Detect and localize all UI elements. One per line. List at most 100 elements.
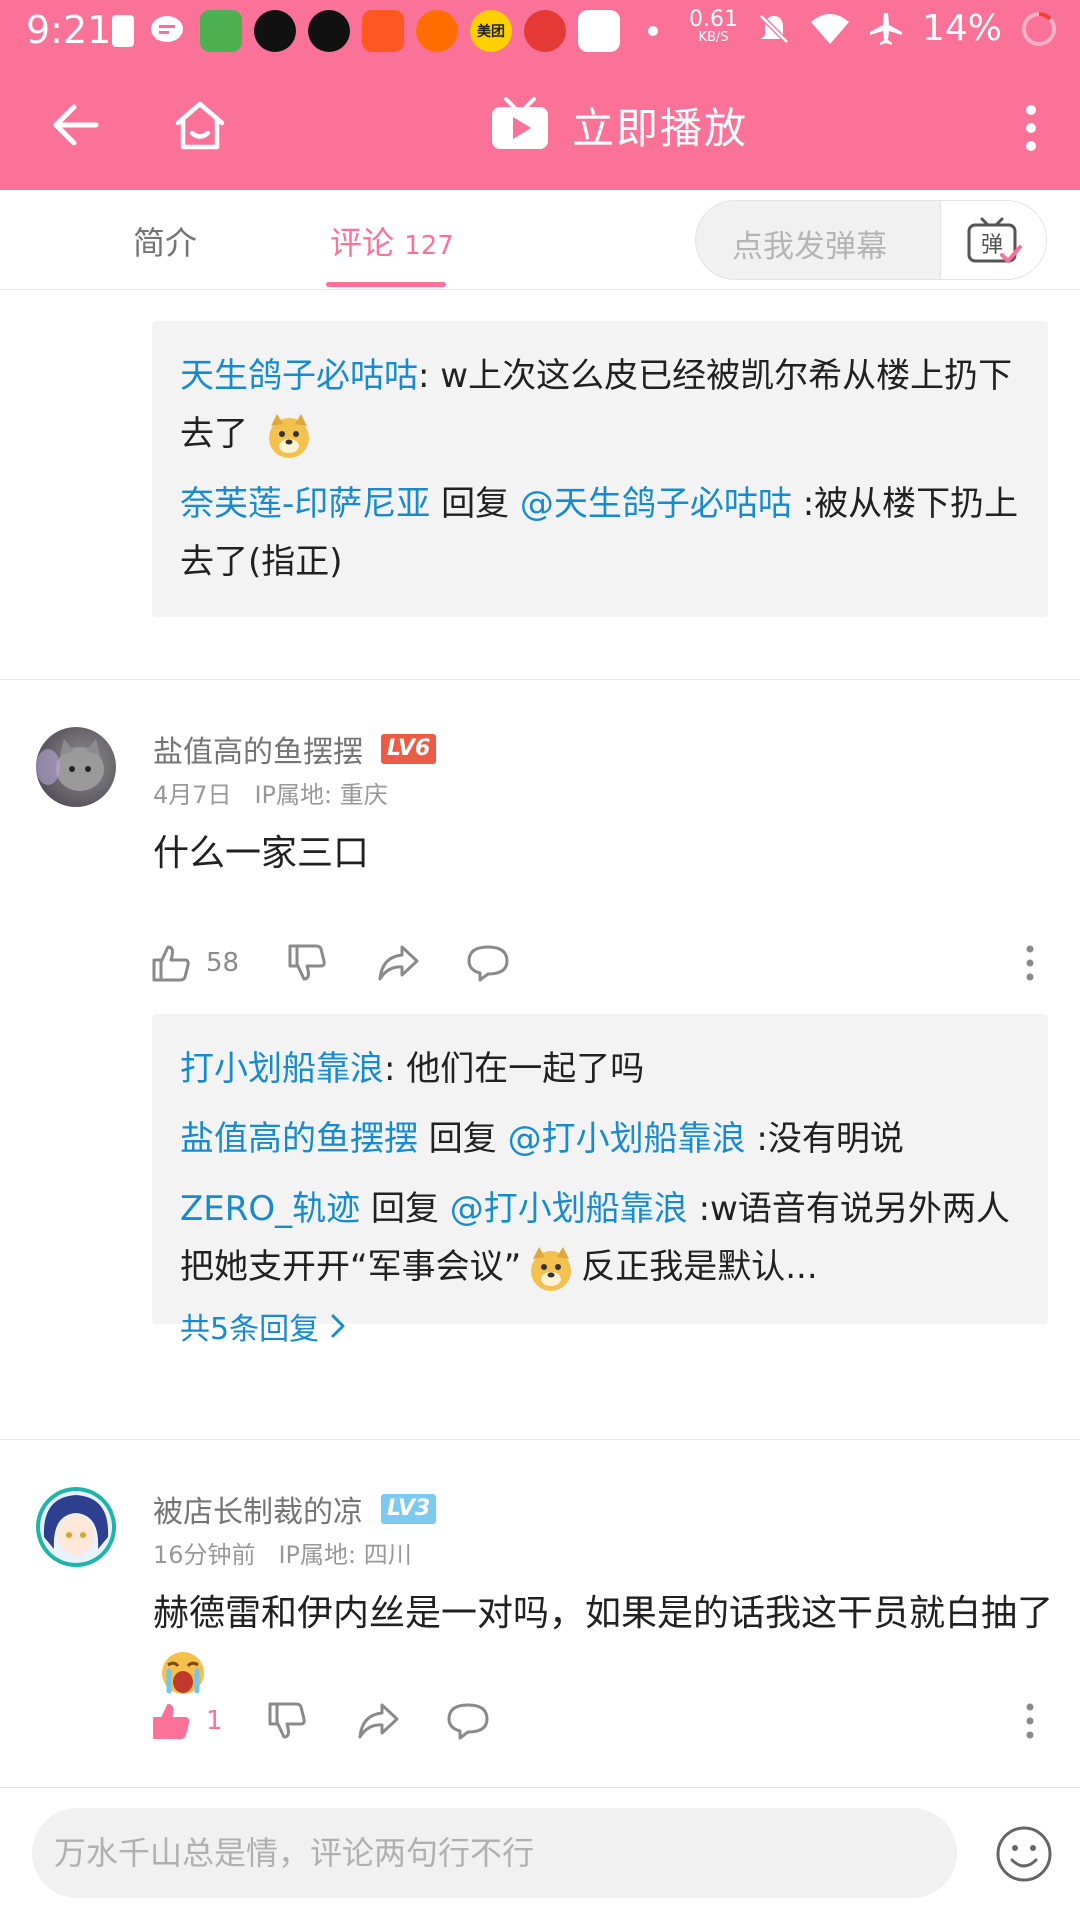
reply-word: 回复 [430,484,520,524]
dot-icon [648,26,658,36]
comment-ip: IP属地: 重庆 [254,781,388,809]
share-button[interactable] [356,1691,400,1751]
more-vertical-icon [1026,945,1034,981]
avatar[interactable] [36,1487,116,1567]
reply-word: 回复 [418,1119,508,1159]
comment-actions: 1 [150,1691,1050,1751]
top-bar: 9:21 美团 0.61 KB/S 14% 立即播放 [0,0,1080,190]
wifi-icon [810,13,849,44]
comment-bubble-icon [447,1703,489,1740]
app-icon-kuaishou [416,10,458,52]
reply-text-continued: 反正我是默认... [581,1247,818,1287]
comment-list[interactable]: 天生鸽子必咕咕: w上次这么皮已经被凯尔希从楼上扔下去了 奈芙莲-印萨尼亚 回复… [0,291,1080,1787]
tab-intro[interactable]: 简介 [133,218,197,264]
tab-comments-count: 127 [404,231,454,261]
comment-item: 被店长制裁的凉 LV3 16分钟前 IP属地: 四川 赫德雷和伊内丝是一对吗，如… [0,1439,1080,1787]
reply-box: 天生鸽子必咕咕: w上次这么皮已经被凯尔希从楼上扔下去了 奈芙莲-印萨尼亚 回复… [152,321,1048,617]
app-icon-bird [578,10,620,52]
like-button[interactable]: 58 [150,933,239,993]
comment-username[interactable]: 被店长制裁的凉 LV3 [153,1487,437,1531]
comment-input[interactable] [32,1808,957,1898]
thumbs-up-filled-icon [153,1704,190,1739]
like-button[interactable]: 1 [150,1691,223,1751]
mute-bell-icon [759,13,789,44]
reply-item[interactable]: 盐值高的鱼摆摆 回复 @打小划船靠浪 :没有明说 [180,1110,1020,1168]
home-icon [175,101,225,150]
thumbs-down-icon [268,1702,306,1739]
comment-meta: 16分钟前 IP属地: 四川 [153,1535,412,1570]
crying-emoji-icon [162,1652,204,1694]
danmaku-toggle-button[interactable]: 弹 [940,201,1046,279]
reply-button[interactable] [446,1691,490,1751]
danmaku-icon-char: 弹 [980,233,1002,258]
like-count: 1 [206,1706,223,1736]
app-icon-green [200,10,242,52]
battery-ring-icon [1022,11,1056,46]
dislike-button[interactable] [286,933,328,993]
reply-user[interactable]: 盐值高的鱼摆摆 [180,1119,418,1159]
share-button[interactable] [376,933,420,993]
more-vertical-icon [1026,105,1036,151]
reply-user[interactable]: 打小划船靠浪 [180,1049,384,1089]
status-bar: 9:21 美团 0.61 KB/S 14% [0,0,1080,62]
reply-target[interactable]: @打小划船靠浪 [450,1189,688,1229]
alert-icon [112,15,134,47]
header: 立即播放 [0,72,1080,190]
reply-user[interactable]: 奈芙莲-印萨尼亚 [180,484,430,524]
net-speed: 0.61 KB/S [689,6,738,47]
play-now-button[interactable]: 立即播放 [490,90,748,160]
danmaku-input[interactable]: 点我发弹幕 弹 [695,200,1047,280]
chevron-right-icon [331,1314,345,1338]
avatar[interactable] [36,727,116,807]
reply-user[interactable]: 天生鸽子必咕咕 [180,356,418,396]
reply-item[interactable]: 天生鸽子必咕咕: w上次这么皮已经被凯尔希从楼上扔下去了 [180,347,1020,463]
view-all-replies-link[interactable]: 共5条回复 [180,1304,1020,1348]
comment-item: 盐值高的鱼摆摆 LV6 4月7日 IP属地: 重庆 什么一家三口 58 打小划船… [0,679,1080,1465]
tv-play-icon [492,97,548,149]
tab-comments-label: 评论 [330,224,395,262]
reply-item[interactable]: ZERO_轨迹 回复 @打小划船靠浪 :w语音有说另外两人把她支开开“军事会议”… [180,1180,1020,1296]
share-icon [358,1703,399,1739]
tab-active-indicator [326,282,446,287]
airplane-icon [869,12,902,45]
level-badge: LV3 [381,1494,437,1524]
comment-username[interactable]: 盐值高的鱼摆摆 LV6 [153,727,437,771]
doge-emoji-icon [268,413,309,458]
notification-icons: 美团 [112,10,658,52]
reply-word: 回复 [360,1189,450,1229]
home-button[interactable] [160,86,240,166]
comment-more-button[interactable] [1010,1691,1050,1751]
doge-emoji-icon [531,1246,572,1291]
netease-music-icon [524,10,566,52]
reply-target[interactable]: @打小划船靠浪 [508,1119,746,1159]
comment-meta: 4月7日 IP属地: 重庆 [153,775,388,810]
status-time: 9:21 [26,8,112,52]
smiley-icon [996,1826,1052,1882]
reply-target[interactable]: @天生鸽子必咕咕 [520,484,792,524]
net-speed-value: 0.61 [689,6,738,32]
comment-ip: IP属地: 四川 [278,1541,412,1569]
username-text: 被店长制裁的凉 [153,1495,363,1530]
status-right: 0.61 KB/S 14% [689,8,1058,49]
comment-text: 赫德雷和伊内丝是一对吗，如果是的话我这干员就白抽了 [153,1585,1053,1701]
more-menu-button[interactable] [1006,88,1056,168]
reply-text: : 他们在一起了吗 [384,1049,645,1089]
app-icon-orange [362,10,404,52]
thumbs-down-icon [288,944,326,981]
tab-comments[interactable]: 评论 127 [330,218,454,264]
reply-user[interactable]: ZERO_轨迹 [180,1189,360,1229]
reply-button[interactable] [466,933,510,993]
thumbs-up-icon [152,945,190,982]
comment-bubble-icon [467,945,509,982]
back-button[interactable] [40,90,110,160]
dislike-button[interactable] [266,1691,308,1751]
comment-more-button[interactable] [1010,933,1050,993]
tab-bar: 简介 评论 127 点我发弹幕 弹 [0,190,1080,290]
tiktok-icon-2 [308,10,350,52]
reply-item[interactable]: 奈芙莲-印萨尼亚 回复 @天生鸽子必咕咕 :被从楼下扔上去了(指正) [180,475,1020,591]
reply-text: :没有明说 [745,1119,904,1159]
emoji-button[interactable] [994,1824,1054,1884]
comment-text: 什么一家三口 [153,833,370,874]
header-title: 立即播放 [572,103,749,153]
reply-item[interactable]: 打小划船靠浪: 他们在一起了吗 [180,1040,1020,1098]
